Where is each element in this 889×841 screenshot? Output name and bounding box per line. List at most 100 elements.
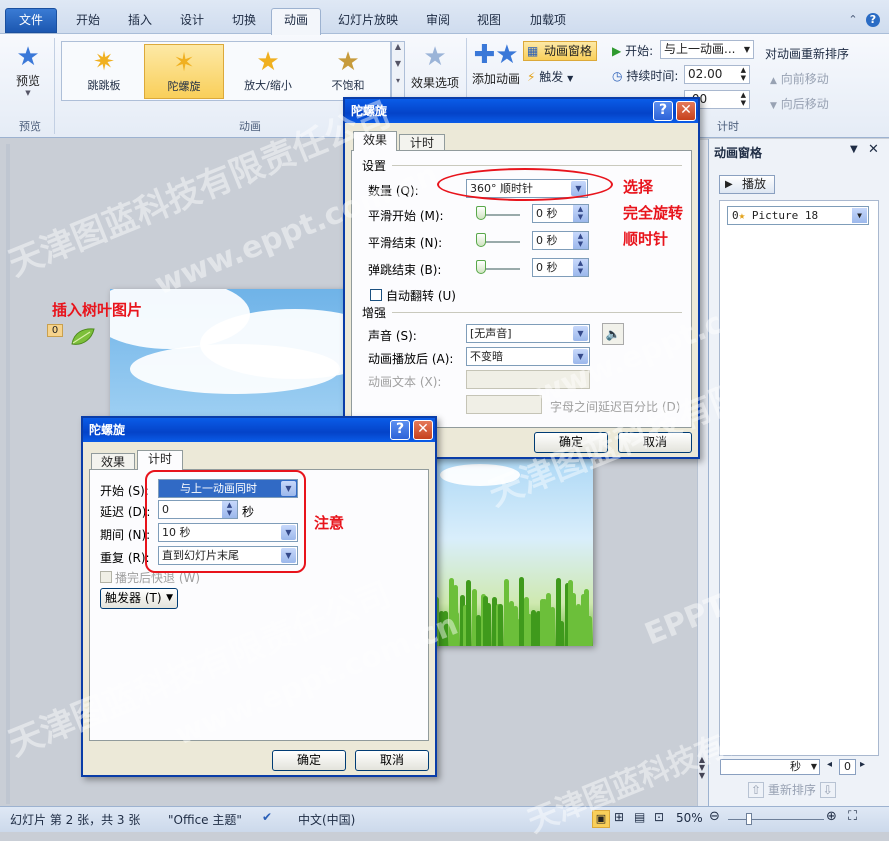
start-dropdown[interactable]: 与上一动画... ▼	[660, 40, 754, 59]
move-later-button[interactable]: ▼ 向后移动	[770, 95, 829, 112]
zoom-out-icon[interactable]: ⊖	[709, 809, 720, 824]
help-icon[interactable]: ?	[653, 101, 673, 121]
scroll-down-icon[interactable]: ▼	[392, 59, 404, 68]
move-earlier-button[interactable]: ▲ 向前移动	[770, 70, 829, 87]
slide-sorter-icon[interactable]: ⊞	[614, 810, 624, 824]
bounce-end-slider[interactable]	[480, 268, 520, 270]
tab-view[interactable]: 视图	[469, 9, 509, 33]
spinner-icon[interactable]: ▲ ▼	[741, 66, 746, 82]
smooth-start-slider[interactable]	[480, 214, 520, 216]
smooth-end-slider[interactable]	[480, 241, 520, 243]
spinner-icon[interactable]: ▲ ▼	[741, 91, 746, 107]
help-icon[interactable]: ?	[390, 420, 410, 440]
slideshow-view-icon[interactable]: ⊡	[654, 810, 664, 824]
animation-marker[interactable]: 0	[47, 324, 63, 337]
close-icon[interactable]: ✕	[413, 420, 433, 440]
minimize-ribbon-icon[interactable]: ⌃	[846, 13, 860, 27]
page-prev-icon[interactable]: ◂	[827, 759, 832, 770]
grass-blade	[550, 607, 556, 646]
smooth-end-input[interactable]: 0 秒 ▲ ▼	[532, 231, 589, 250]
animation-pane-button[interactable]: ▦ 动画窗格	[523, 41, 597, 61]
preview-button[interactable]: ★ 预览 ▼	[12, 42, 44, 97]
gallery-item-grow-shrink[interactable]: ★ 放大/缩小	[228, 44, 308, 99]
note-clockwise: 顺时针	[623, 230, 669, 248]
timeline-page[interactable]: 0	[839, 759, 856, 775]
tab-timing[interactable]: 计时	[137, 450, 183, 470]
zoom-in-icon[interactable]: ⊕	[826, 809, 837, 824]
tab-animations[interactable]: 动画	[271, 8, 321, 35]
spinner-icon[interactable]: ▲ ▼	[573, 205, 588, 222]
add-animation-button[interactable]: ✚★ 添加动画	[470, 40, 522, 87]
ok-button[interactable]: 确定	[534, 432, 608, 453]
spinner-icon[interactable]: ▲ ▼	[573, 232, 588, 249]
trigger-button[interactable]: 触发器 (T) ▼	[100, 588, 178, 609]
trigger-button[interactable]: ⚡ 触发 ▼	[527, 68, 573, 85]
chevron-down-icon: ▼	[810, 762, 817, 771]
smooth-end-value: 0 秒	[536, 234, 558, 247]
close-icon[interactable]: ✕	[868, 142, 879, 157]
scroll-arrows-icon[interactable]: ▲ ▼ ▼	[697, 756, 707, 782]
fit-window-icon[interactable]: ⛶	[848, 809, 857, 824]
gallery-more-icon[interactable]: ▾	[392, 76, 404, 85]
tab-insert[interactable]: 插入	[120, 9, 160, 33]
bounce-end-value: 0 秒	[536, 261, 558, 274]
close-icon[interactable]: ✕	[676, 101, 696, 121]
chevron-down-icon[interactable]: ▼	[852, 208, 867, 223]
slider-thumb[interactable]	[476, 206, 486, 220]
page-next-icon[interactable]: ▸	[860, 759, 865, 770]
pane-menu-icon[interactable]: ▼	[850, 144, 858, 155]
animation-list-item[interactable]: 0★ Picture 18 ▼	[727, 206, 869, 225]
gallery-item-desaturate[interactable]: ★ 不饱和	[308, 44, 388, 99]
play-button[interactable]: ▶ 播放	[719, 175, 775, 194]
tab-home[interactable]: 开始	[68, 9, 108, 33]
tab-review[interactable]: 审阅	[418, 9, 458, 33]
slider-thumb[interactable]	[476, 233, 486, 247]
slider-thumb[interactable]	[476, 260, 486, 274]
seconds-dropdown[interactable]: 秒 ▼	[720, 759, 820, 775]
tab-file[interactable]: 文件	[5, 8, 57, 33]
reading-view-icon[interactable]: ▤	[634, 810, 645, 824]
spell-check-icon[interactable]: ✔	[262, 810, 272, 824]
move-down-icon[interactable]: ⇩	[819, 782, 836, 798]
duration-input[interactable]: 02.00 ▲ ▼	[684, 65, 750, 84]
gallery-item-spin[interactable]: ✶ 陀螺旋	[144, 44, 224, 99]
tab-design[interactable]: 设计	[172, 9, 212, 33]
after-animation-dropdown[interactable]: 不变暗 ▼	[466, 347, 590, 366]
rewind-checkbox[interactable]	[100, 571, 112, 583]
spinner-icon[interactable]: ▲ ▼	[573, 259, 588, 276]
grass-blade	[486, 603, 492, 646]
leaf-image[interactable]	[70, 326, 96, 348]
zoom-slider[interactable]	[728, 819, 824, 820]
help-icon[interactable]: ?	[866, 13, 880, 27]
zoom-level[interactable]: 50%	[676, 811, 703, 825]
scroll-up-icon[interactable]: ▲	[392, 42, 404, 51]
auto-reverse-checkbox[interactable]	[370, 289, 382, 301]
effect-options-button[interactable]: ★ 效果选项	[408, 42, 462, 91]
speaker-icon[interactable]: 🔈	[602, 323, 624, 345]
tab-effect[interactable]: 效果	[353, 131, 397, 151]
move-up-icon[interactable]: ⇧	[748, 782, 765, 798]
animate-text-dropdown[interactable]	[466, 370, 590, 389]
gallery-scrollbar[interactable]: ▲ ▼ ▾	[391, 41, 405, 101]
cancel-button[interactable]: 取消	[355, 750, 429, 771]
note-select: 选择	[623, 178, 654, 196]
gallery-item-bounce[interactable]: ✷ 跳跳板	[64, 44, 144, 99]
tab-slideshow[interactable]: 幻灯片放映	[333, 9, 403, 33]
ok-button[interactable]: 确定	[272, 750, 346, 771]
dialog-title: 陀螺旋 ? ✕	[345, 99, 698, 123]
gallery-item-label: 陀螺旋	[167, 80, 201, 93]
tab-addins[interactable]: 加载项	[523, 9, 573, 33]
zoom-slider-thumb[interactable]	[746, 813, 752, 825]
bounce-end-input[interactable]: 0 秒 ▲ ▼	[532, 258, 589, 277]
group-label-timing: 计时	[717, 120, 739, 133]
tab-transitions[interactable]: 切换	[224, 9, 264, 33]
smooth-start-input[interactable]: 0 秒 ▲ ▼	[532, 204, 589, 223]
arrow-up-icon: ▲	[770, 76, 777, 86]
cancel-button[interactable]: 取消	[618, 432, 692, 453]
normal-view-icon[interactable]: ▣	[592, 810, 610, 828]
language[interactable]: 中文(中国)	[298, 811, 355, 828]
chevron-down-icon: ▼	[25, 89, 31, 97]
theme-name[interactable]: "Office 主题"	[168, 811, 242, 828]
sound-dropdown[interactable]: [无声音] ▼	[466, 324, 590, 343]
letter-delay-input[interactable]	[466, 395, 542, 414]
